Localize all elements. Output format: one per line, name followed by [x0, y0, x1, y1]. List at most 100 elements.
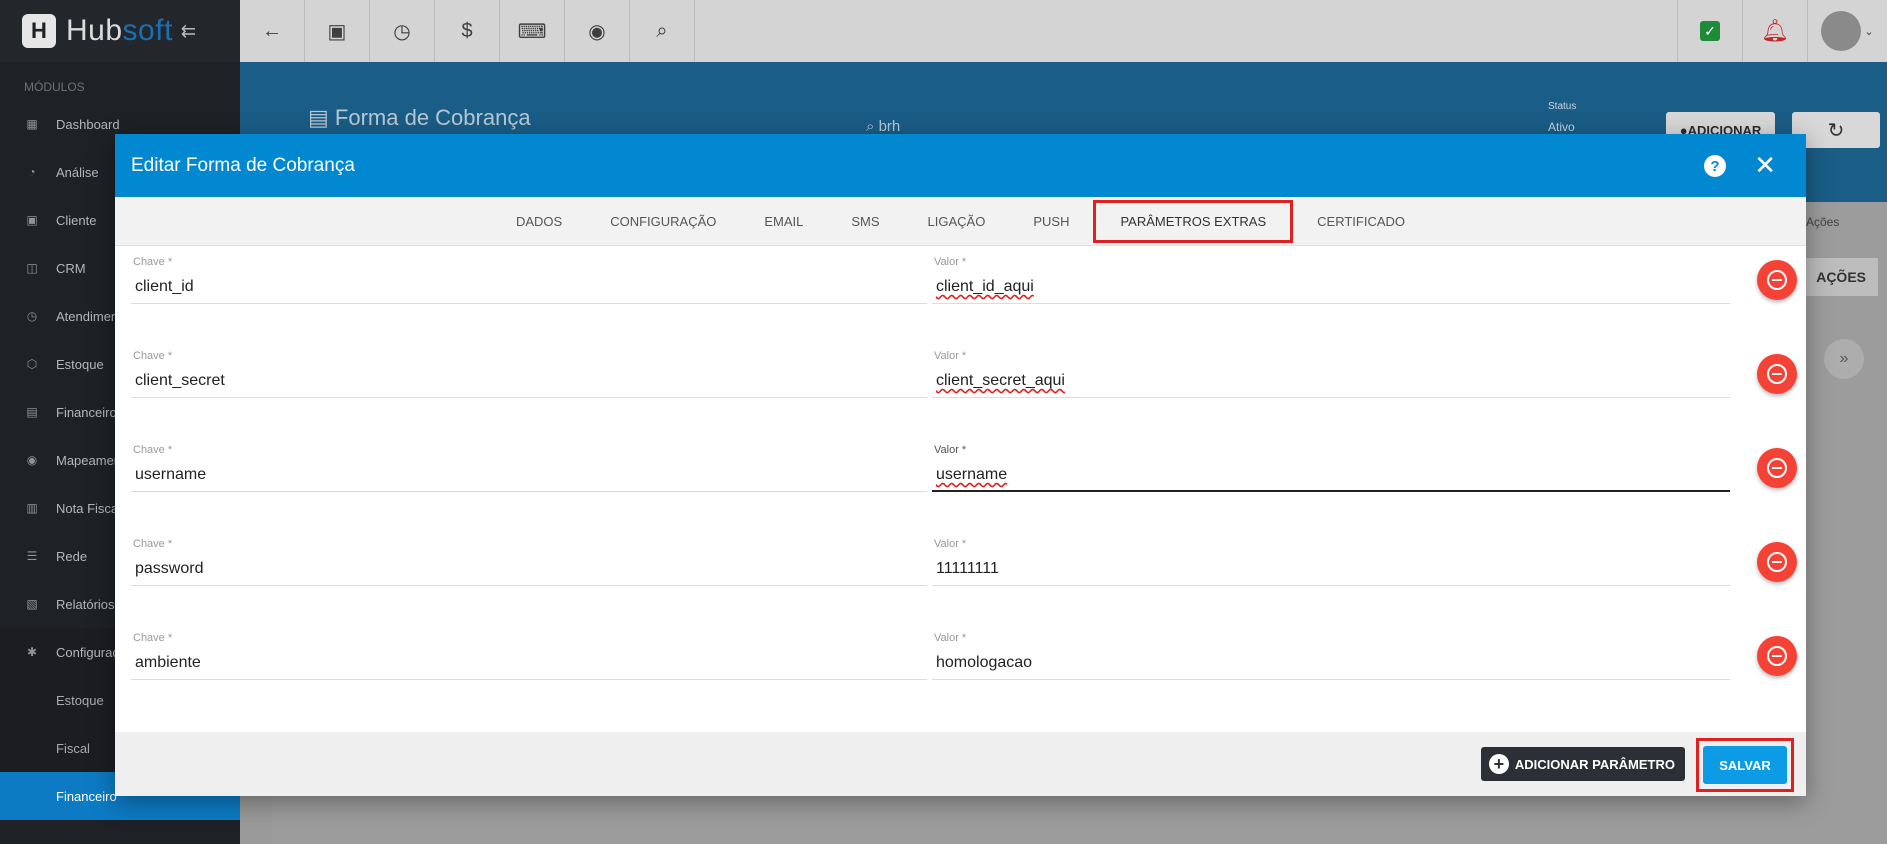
- tab-5[interactable]: LIGAÇÃO: [904, 200, 1010, 243]
- sidebar-item-label: Análise: [56, 164, 99, 180]
- value-label: Valor *: [934, 256, 967, 268]
- tab-4[interactable]: SMS: [827, 200, 903, 243]
- key-label: Chave *: [133, 632, 173, 644]
- key-label: Chave *: [133, 444, 173, 456]
- modal-footer: + ADICIONAR PARÂMETRO SALVAR: [115, 732, 1806, 796]
- search-icon[interactable]: ⌕: [630, 0, 695, 62]
- modal-title: Editar Forma de Cobrança: [131, 154, 355, 176]
- client-icon: ▣: [26, 213, 38, 227]
- key-label: Chave *: [133, 538, 173, 550]
- next-page-icon[interactable]: »: [1824, 339, 1864, 379]
- param-row: Chave * username Valor * username: [131, 434, 1806, 528]
- remove-param-button[interactable]: [1757, 636, 1797, 676]
- reports-icon: ▧: [26, 597, 38, 611]
- analysis-icon: ◔: [28, 165, 36, 179]
- brand[interactable]: H Hubsoft ⇇: [0, 0, 240, 62]
- attendance-icon: ◷: [26, 309, 38, 323]
- modal-tabs: DADOS CONFIGURAÇÃO EMAIL SMS LIGAÇÃO PUSH PARÂ…: [115, 197, 1806, 246]
- param-key-value: password: [135, 560, 204, 577]
- param-value-field[interactable]: Valor * homologacao: [932, 632, 1730, 680]
- tab-1[interactable]: DADOS: [492, 200, 586, 243]
- close-icon[interactable]: ✕: [1754, 150, 1776, 180]
- param-value-field[interactable]: Valor * client_secret_aqui: [932, 350, 1730, 398]
- tab-2[interactable]: CONFIGURAÇÃO: [586, 200, 740, 243]
- tab-6[interactable]: PUSH: [1009, 200, 1093, 243]
- remove-param-button[interactable]: [1757, 354, 1797, 394]
- terminal-icon[interactable]: ⌨: [500, 0, 565, 62]
- param-value-field[interactable]: Valor * 11111111: [932, 538, 1730, 586]
- topbar: ← ▣ ◷ $ ⌨ ◉ ⌕ ✓ 🔔︎ ⌄: [240, 0, 1887, 62]
- sidebar-item-label: Cliente: [56, 212, 97, 228]
- remove-param-button[interactable]: [1757, 448, 1797, 488]
- modal-header: Editar Forma de Cobrança ? ✕: [115, 134, 1806, 197]
- tab-7[interactable]: PARÂMETROS EXTRAS: [1093, 199, 1294, 243]
- avatar: [1821, 11, 1862, 51]
- check-status-icon[interactable]: ✓: [1677, 0, 1742, 62]
- status-select[interactable]: Ativo: [1548, 120, 1575, 134]
- param-key-field[interactable]: Chave * username: [131, 444, 927, 492]
- remove-param-button[interactable]: [1757, 542, 1797, 582]
- page-title: ▤ Forma de Cobrança: [308, 105, 531, 130]
- param-row: Chave * password Valor * 11111111: [131, 528, 1806, 622]
- settings-icon: ✱: [26, 645, 38, 659]
- tab-3[interactable]: EMAIL: [740, 200, 827, 243]
- sidebar-item-label: Nota Fiscal: [56, 500, 122, 516]
- contact-card-icon[interactable]: ▣: [305, 0, 370, 62]
- param-value-field[interactable]: Valor * client_id_aqui: [932, 256, 1730, 304]
- param-key-field[interactable]: Chave * client_secret: [131, 350, 927, 398]
- user-avatar[interactable]: ⌄: [1807, 0, 1887, 62]
- topbar-right: ✓ 🔔︎ ⌄: [1677, 0, 1887, 62]
- finance-icon: ▤: [26, 405, 38, 419]
- sidebar-item-label: Relatórios: [56, 596, 115, 612]
- actions-button[interactable]: AÇÕES: [1806, 258, 1878, 296]
- param-value-field[interactable]: Valor * username: [932, 444, 1730, 492]
- map-icon: ◉: [26, 453, 38, 467]
- plus-icon: +: [1488, 754, 1509, 774]
- param-value-value: username: [936, 466, 1008, 483]
- param-key-field[interactable]: Chave * ambiente: [131, 632, 927, 680]
- crm-icon: ◫: [26, 261, 38, 275]
- help-icon[interactable]: ?: [1704, 155, 1726, 177]
- param-row: Chave * ambiente Valor * homologacao: [131, 622, 1806, 716]
- value-label: Valor *: [934, 632, 967, 644]
- dashboard-icon: ▦: [26, 117, 38, 131]
- sidebar-item-label: Estoque: [56, 356, 104, 372]
- param-key-field[interactable]: Chave * client_id: [131, 256, 927, 304]
- sidebar-item-label: CRM: [56, 260, 86, 276]
- network-icon: ☰: [26, 549, 38, 563]
- remove-param-button[interactable]: [1757, 260, 1797, 300]
- value-label: Valor *: [934, 350, 967, 362]
- minus-circle-icon: [1767, 646, 1787, 666]
- param-value-value: client_secret_aqui: [936, 372, 1065, 389]
- param-key-value: ambiente: [135, 654, 201, 671]
- value-label: Valor *: [934, 538, 967, 550]
- dollar-icon[interactable]: $: [435, 0, 500, 62]
- param-key-field[interactable]: Chave * password: [131, 538, 927, 586]
- stock-icon: ⬡: [26, 357, 38, 371]
- calendar-clock-icon[interactable]: ◷: [370, 0, 435, 62]
- param-value-value: 11111111: [936, 560, 999, 577]
- back-arrow-icon[interactable]: ←: [240, 0, 305, 62]
- param-key-value: client_secret: [135, 372, 225, 389]
- param-value-value: homologacao: [936, 654, 1033, 671]
- status-label: Status: [1548, 101, 1577, 112]
- invoice-icon: ▥: [26, 501, 38, 515]
- collapse-menu-icon[interactable]: ⇇: [181, 21, 196, 42]
- page-search[interactable]: ⌕ brh: [866, 118, 900, 135]
- save-button[interactable]: SALVAR: [1703, 746, 1787, 784]
- sidebar-item-label: Dashboard: [56, 116, 120, 132]
- hubsoft-logo: H: [22, 14, 56, 48]
- minus-circle-icon: [1767, 458, 1787, 478]
- eye-icon[interactable]: ◉: [565, 0, 630, 62]
- edit-billing-modal: Editar Forma de Cobrança ? ✕ DADOS CONFIG…: [115, 134, 1806, 796]
- minus-circle-icon: [1767, 552, 1787, 572]
- add-parameter-button[interactable]: + ADICIONAR PARÂMETRO: [1480, 747, 1685, 781]
- sidebar-item-label: Rede: [56, 548, 88, 564]
- sidebar-item-label: Financeiro: [56, 404, 117, 420]
- param-value-value: client_id_aqui: [936, 278, 1034, 295]
- tab-8[interactable]: CERTIFICADO: [1293, 200, 1429, 243]
- minus-circle-icon: [1767, 364, 1787, 384]
- param-key-value: username: [135, 466, 207, 483]
- notification-bell-icon[interactable]: 🔔︎: [1742, 0, 1807, 62]
- value-label: Valor *: [934, 444, 967, 456]
